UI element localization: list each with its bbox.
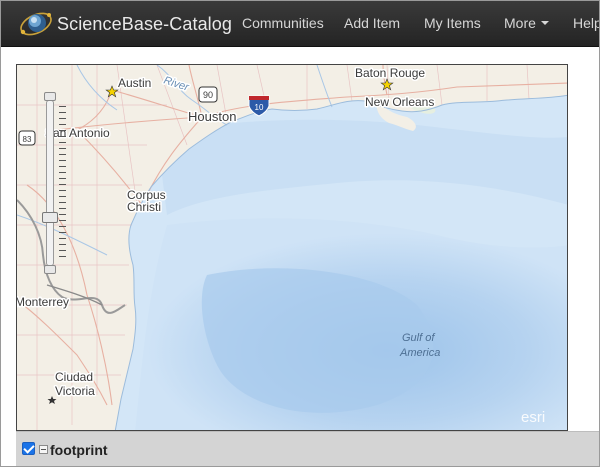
app-window: ScienceBase-Catalog Communities Add Item… <box>0 0 600 467</box>
brand-title: ScienceBase-Catalog <box>57 13 233 34</box>
zoom-out-button[interactable] <box>44 265 56 274</box>
nav-help[interactable]: Help <box>573 15 599 31</box>
label-christi: Christi <box>127 200 161 214</box>
nav-more-dropdown[interactable]: More <box>504 15 549 31</box>
zoom-handle[interactable] <box>42 212 58 223</box>
layer-legend: footprint <box>16 431 599 466</box>
label-gulf-line1: Gulf of <box>402 332 435 344</box>
nav-add-item[interactable]: Add Item <box>344 15 400 31</box>
zoom-in-button[interactable] <box>44 92 56 101</box>
map-view[interactable]: 10 90 83 Austin River Baton Rouge New Or… <box>16 64 568 431</box>
label-new-orleans: New Orleans <box>365 95 434 109</box>
label-ciudad: Ciudad <box>55 370 93 384</box>
label-gulf-line2: America <box>399 347 440 359</box>
collapse-toggle-icon[interactable] <box>39 445 48 454</box>
esri-logo: esri <box>521 409 545 426</box>
label-baton-rouge: Baton Rouge <box>355 66 425 80</box>
label-houston: Houston <box>188 109 236 124</box>
top-navbar: ScienceBase-Catalog Communities Add Item… <box>1 1 599 47</box>
label-monterrey: Monterrey <box>17 295 69 309</box>
basemap-canvas: 10 90 83 Austin River Baton Rouge New Or… <box>17 65 567 430</box>
brand-link[interactable]: ScienceBase-Catalog <box>17 6 232 42</box>
zoom-ticks <box>59 106 66 260</box>
us83-number: 83 <box>23 135 32 144</box>
layer-name: footprint <box>50 442 108 458</box>
zoom-slider[interactable] <box>42 92 66 274</box>
i10-number: 10 <box>255 103 264 112</box>
label-austin: Austin <box>118 76 151 90</box>
nav-more-label: More <box>504 15 536 31</box>
us-83-shield: 83 <box>18 130 36 146</box>
caret-down-icon <box>540 21 549 26</box>
label-victoria: Victoria <box>55 384 95 398</box>
footprint-checkbox[interactable] <box>22 442 35 455</box>
nav-my-items[interactable]: My Items <box>424 15 481 31</box>
nav-communities[interactable]: Communities <box>242 15 324 31</box>
sciencebase-logo-icon <box>17 6 55 42</box>
us-90-shield: 90 <box>198 86 218 103</box>
zoom-track[interactable] <box>46 100 54 266</box>
us90-number: 90 <box>203 90 213 100</box>
